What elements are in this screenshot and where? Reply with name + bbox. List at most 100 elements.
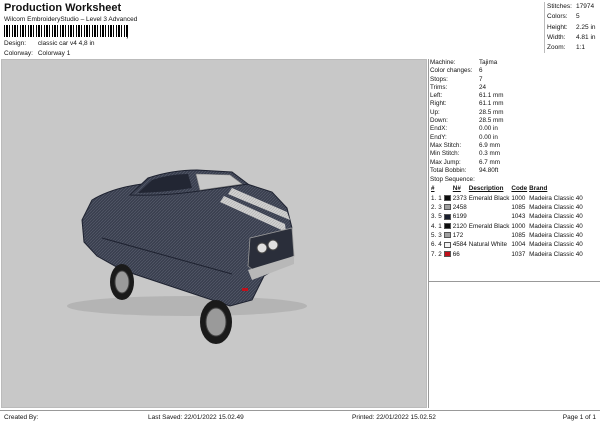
page-number: Page 1 of 1: [562, 414, 596, 421]
color-swatch: [443, 250, 452, 259]
machine-info-panel: Machine: Tajima Color changes: 6 Stops: 7 Trim…: [428, 59, 600, 408]
machine-info-value: 7: [479, 75, 483, 83]
color-swatch: [443, 203, 452, 212]
machine-info-value: 28.5 mm: [479, 117, 504, 125]
thread-number: 4584: [452, 241, 467, 249]
machine-info-label: Right:: [430, 100, 447, 108]
barcode: [4, 25, 128, 37]
color-swatch: [443, 212, 452, 221]
machine-info-row: Total Bobbin: 94.80ft: [429, 167, 600, 175]
thread-brand: Madeira Classic 40: [529, 222, 583, 230]
machine-info-label: Max Stitch:: [430, 141, 462, 149]
table-row[interactable]: 6. 4 4584 Natural White 1004 Madeira Classic …: [430, 240, 584, 249]
color-swatch: [443, 231, 452, 240]
machine-info-label: Min Stitch:: [430, 150, 460, 158]
stat-zoom: Zoom: 1:1: [547, 44, 586, 52]
stop-number: 4.: [431, 222, 437, 230]
machine-info-label: EndX:: [430, 125, 448, 133]
thread-number: 2373: [452, 194, 467, 202]
machine-info-value: Tajima: [479, 59, 498, 66]
machine-info-value: 24: [479, 83, 487, 91]
last-saved: Last Saved: 22/01/2022 15.02.49: [148, 414, 244, 421]
stop-number: 1.: [431, 194, 437, 202]
col-description: Description: [468, 185, 504, 193]
machine-info-row: Down: 28.5 mm: [429, 117, 600, 125]
thread-brand: Madeira Classic 40: [529, 231, 583, 239]
machine-info-label: Stops:: [430, 75, 448, 83]
stop-sequence-title: Stop Sequence:: [430, 176, 475, 184]
machine-info-value: 61.1 mm: [479, 100, 504, 108]
thread-code: 1037: [511, 250, 526, 258]
thread-brand: Madeira Classic 40: [529, 194, 583, 202]
thread-brand: Madeira Classic 40: [529, 213, 583, 221]
color-swatch: [443, 194, 452, 203]
thread-code: 1000: [511, 222, 526, 230]
thread-code: 1000: [511, 194, 526, 202]
color-number: 2: [438, 250, 442, 258]
created-by: Created By:: [4, 414, 39, 421]
col-n: N#: [452, 185, 461, 193]
stop-number: 5.: [431, 231, 437, 239]
machine-info-row: Max Stitch: 6.9 mm: [429, 142, 600, 150]
machine-info-label: EndY:: [430, 133, 447, 141]
table-header-row: # N# Description Code Brand: [430, 184, 584, 193]
stop-sequence-table: # N# Description Code Brand 1. 1 2373 Emera…: [430, 184, 584, 258]
table-row[interactable]: 5. 3 172 1085 Madeira Classic 40: [430, 231, 584, 240]
stop-number: 6.: [431, 241, 437, 249]
design-preview-canvas[interactable]: [1, 59, 427, 408]
footer: Created By: Last Saved: 22/01/2022 15.02…: [0, 410, 600, 424]
color-number: 3: [438, 231, 442, 239]
colorway-label: Colorway:: [4, 50, 33, 57]
thread-code: 1085: [511, 231, 526, 239]
thread-color-swatch: [443, 204, 451, 211]
machine-info-row: EndY: 0.00 in: [429, 134, 600, 142]
thread-description: Emerald Black: [468, 222, 510, 230]
thread-color-swatch: [443, 241, 451, 248]
thread-description: Natural White: [468, 241, 507, 249]
table-row[interactable]: 4. 1 2120 Emerald Black 1000 Madeira Classic …: [430, 222, 584, 231]
machine-info-label: Color changes:: [430, 67, 473, 75]
thread-code: 1004: [511, 241, 526, 249]
machine-info-value: 0.3 mm: [479, 150, 500, 158]
table-row[interactable]: 3. 5 6199 1043 Madeira Classic 40: [430, 212, 584, 221]
colorway-value: Colorway 1: [37, 50, 71, 57]
stat-height: Height: 2.25 in: [547, 23, 596, 31]
machine-info-label: Down:: [430, 117, 448, 125]
table-row[interactable]: 1. 1 2373 Emerald Black 1000 Madeira Classic …: [430, 194, 584, 203]
car-embroidery-image: [67, 169, 307, 344]
thread-number: 6199: [452, 213, 467, 221]
table-row[interactable]: 7. 2 66 1037 Madeira Classic 40: [430, 250, 584, 259]
color-number: 3: [438, 204, 442, 212]
thread-brand: Madeira Classic 40: [529, 250, 583, 258]
stat-colors: Colors: 5: [547, 13, 580, 21]
barcode-suffix: ,: [126, 29, 129, 39]
machine-info-row: Max Jump: 6.7 mm: [429, 159, 600, 167]
col-stop: #: [431, 185, 435, 193]
machine-info-value: 6.9 mm: [479, 141, 500, 149]
thread-description: Emerald Black: [468, 194, 510, 202]
stop-number: 7.: [431, 250, 437, 258]
table-row[interactable]: 2. 3 2458 1085 Madeira Classic 40: [430, 203, 584, 212]
stats-panel: Stitches: 17974 Colors: 5 Height: 2.25 in W…: [544, 2, 600, 54]
machine-info-label: Machine:: [430, 59, 456, 66]
machine-info-row: Up: 28.5 mm: [429, 109, 600, 117]
machine-info-label: Total Bobbin:: [430, 166, 467, 174]
thread-number: 2458: [452, 204, 467, 212]
thread-number: 172: [452, 231, 464, 239]
machine-info-label: Up:: [430, 108, 440, 116]
thread-brand: Madeira Classic 40: [529, 204, 583, 212]
thread-number: 2120: [452, 222, 467, 230]
printed-date: Printed: 22/01/2022 15.02.52: [352, 414, 436, 421]
colorway-row: Colorway: Colorway 1: [4, 50, 70, 57]
thread-code: 1043: [511, 213, 526, 221]
stop-number: 3.: [431, 213, 437, 221]
machine-info-label: Trims:: [430, 83, 448, 91]
page-title: Production Worksheet: [4, 2, 122, 14]
stop-number: 2.: [431, 204, 437, 212]
thread-brand: Madeira Classic 40: [529, 241, 583, 249]
thread-description: [468, 212, 511, 221]
machine-info-value: 6.7 mm: [479, 158, 500, 166]
design-label: Design:: [4, 40, 27, 47]
machine-info-row: Right: 61.1 mm: [429, 100, 600, 108]
machine-info-value: 6: [479, 67, 483, 75]
